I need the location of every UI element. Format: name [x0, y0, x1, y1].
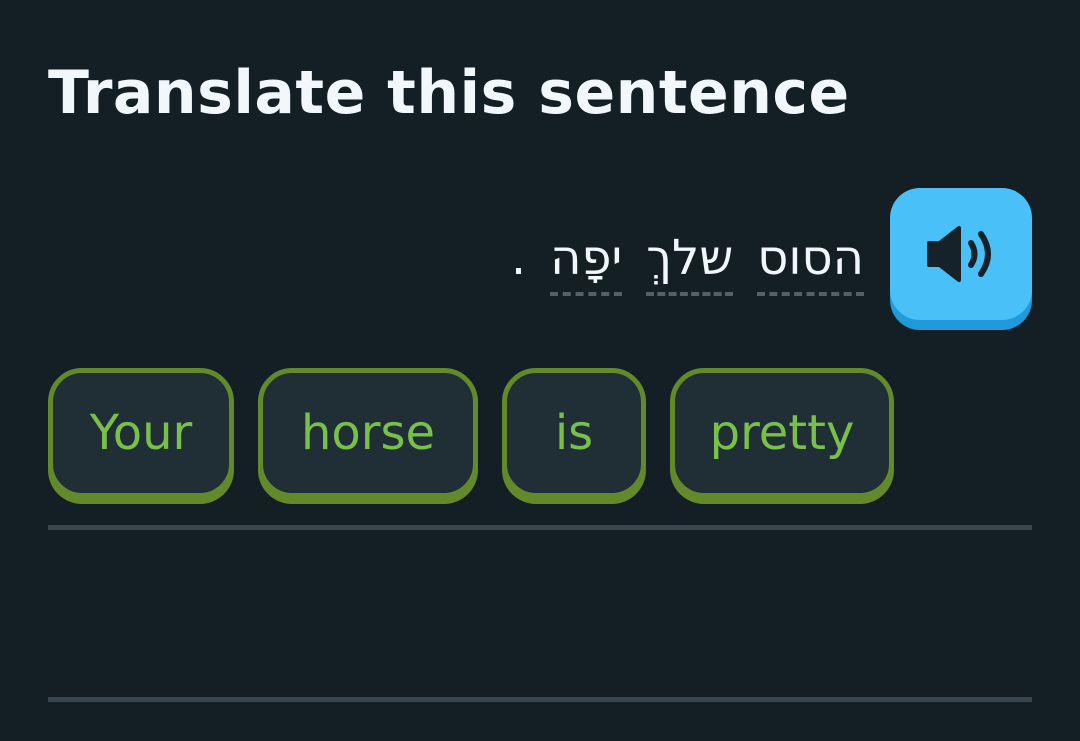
word-chip[interactable]: pretty [670, 368, 894, 498]
prompt-word[interactable]: הסוס [757, 228, 864, 296]
play-audio-button[interactable] [890, 188, 1032, 320]
speaker-icon [927, 225, 991, 283]
word-bank: Your horse is pretty [48, 368, 918, 498]
page-title: Translate this sentence [48, 58, 850, 128]
answer-line [48, 525, 1032, 530]
word-chip[interactable]: is [502, 368, 646, 498]
word-chip[interactable]: Your [48, 368, 234, 498]
answer-line [48, 697, 1032, 702]
prompt-word[interactable]: שלךְ [646, 228, 734, 296]
prompt-row: הסוס שלךְ יפָה . [511, 188, 1032, 320]
prompt-word[interactable]: יפָה [550, 228, 623, 296]
hebrew-sentence: הסוס שלךְ יפָה . [511, 228, 864, 296]
word-chip[interactable]: horse [258, 368, 478, 498]
sentence-punctuation: . [510, 230, 527, 286]
